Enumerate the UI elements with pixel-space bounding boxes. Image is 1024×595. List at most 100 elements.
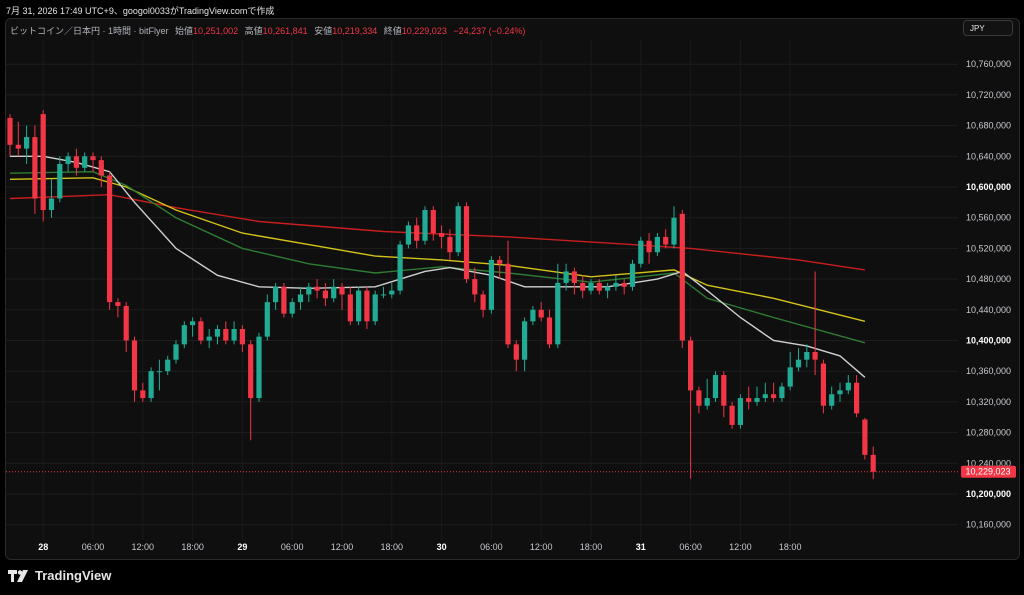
candle-body bbox=[405, 225, 411, 245]
candle-body bbox=[273, 286, 279, 303]
candle-body bbox=[870, 454, 876, 472]
x-tick-label: 30 bbox=[437, 542, 447, 552]
candle-body bbox=[762, 394, 768, 399]
candle-body bbox=[73, 156, 79, 168]
candle-body bbox=[555, 282, 561, 345]
y-tick-label: 10,200,000 bbox=[966, 489, 1011, 499]
candle-body bbox=[314, 286, 320, 291]
x-tick-label: 06:00 bbox=[480, 542, 503, 552]
y-tick-label: 10,440,000 bbox=[966, 305, 1011, 315]
candle-body bbox=[414, 225, 420, 241]
candle-body bbox=[40, 114, 46, 211]
candle-body bbox=[812, 352, 818, 360]
x-tick-label: 12:00 bbox=[729, 542, 752, 552]
candle-body bbox=[239, 328, 245, 345]
y-tick-label: 10,280,000 bbox=[966, 428, 1011, 438]
candle-body bbox=[472, 279, 478, 295]
x-tick-label: 12:00 bbox=[331, 542, 354, 552]
candle-body bbox=[546, 317, 553, 345]
candle-body bbox=[688, 340, 694, 391]
candle-body bbox=[439, 233, 445, 237]
y-tick-label: 10,600,000 bbox=[966, 182, 1011, 192]
candle-body bbox=[107, 175, 113, 303]
y-tick-label: 10,560,000 bbox=[966, 213, 1011, 223]
x-tick-label: 18:00 bbox=[580, 542, 603, 552]
candle-body bbox=[339, 286, 345, 295]
candle-body bbox=[24, 137, 30, 149]
candle-body bbox=[48, 198, 55, 211]
candle-body bbox=[422, 210, 428, 241]
y-tick-label: 10,640,000 bbox=[966, 151, 1011, 161]
candle-body bbox=[322, 290, 328, 299]
candle-body bbox=[297, 294, 304, 303]
candle-body bbox=[131, 340, 138, 391]
candle-body bbox=[156, 371, 162, 373]
candle-body bbox=[463, 206, 470, 280]
candle-body bbox=[356, 290, 362, 322]
candle-body bbox=[57, 163, 63, 199]
candle-body bbox=[397, 244, 403, 291]
candle-body bbox=[754, 398, 760, 402]
x-tick-label: 31 bbox=[636, 542, 646, 552]
candle-body bbox=[605, 286, 611, 291]
x-tick-label: 29 bbox=[237, 542, 247, 552]
candle-body bbox=[488, 259, 494, 310]
x-tick-label: 18:00 bbox=[779, 542, 802, 552]
x-tick-label: 06:00 bbox=[82, 542, 105, 552]
candle-body bbox=[306, 286, 312, 295]
x-tick-label: 06:00 bbox=[281, 542, 304, 552]
candle-body bbox=[98, 160, 104, 176]
candle-body bbox=[505, 263, 511, 345]
candle-body bbox=[571, 271, 577, 283]
candle-body bbox=[795, 359, 802, 368]
x-tick-label: 18:00 bbox=[181, 542, 204, 552]
candle-body bbox=[771, 394, 777, 399]
candle-body bbox=[729, 405, 735, 425]
candle-body bbox=[638, 240, 644, 264]
candle-body bbox=[704, 398, 710, 406]
candle-body bbox=[289, 302, 295, 314]
candle-body bbox=[248, 344, 254, 399]
x-tick-label: 12:00 bbox=[132, 542, 155, 552]
y-tick-label: 10,400,000 bbox=[966, 336, 1011, 346]
candle-body bbox=[65, 156, 71, 164]
candle-body bbox=[746, 398, 752, 402]
x-tick-label: 18:00 bbox=[381, 542, 404, 552]
candle-body bbox=[214, 328, 221, 337]
candle-body bbox=[115, 302, 121, 306]
candle-body bbox=[281, 286, 287, 314]
candle-body bbox=[712, 375, 719, 399]
candle-body bbox=[845, 382, 851, 391]
candle-body bbox=[497, 259, 503, 264]
y-tick-label: 10,680,000 bbox=[966, 121, 1011, 131]
candle-body bbox=[123, 305, 129, 341]
candle-body bbox=[181, 325, 187, 345]
candle-body bbox=[563, 271, 569, 283]
y-tick-label: 10,320,000 bbox=[966, 397, 1011, 407]
candle-body bbox=[148, 371, 154, 399]
candle-body bbox=[613, 282, 619, 287]
candle-body bbox=[480, 294, 486, 310]
y-tick-label: 10,160,000 bbox=[966, 520, 1011, 530]
candle-body bbox=[530, 309, 536, 322]
candle-body bbox=[206, 336, 212, 341]
y-tick-label: 10,360,000 bbox=[966, 366, 1011, 376]
x-tick-label: 28 bbox=[38, 542, 48, 552]
candle-body bbox=[654, 236, 660, 253]
candle-body bbox=[380, 294, 387, 296]
tradingview-brand[interactable]: TradingView bbox=[8, 568, 111, 583]
candle-body bbox=[447, 236, 453, 253]
candle-body bbox=[588, 282, 594, 291]
tradingview-logo-icon bbox=[8, 569, 28, 582]
candle-body bbox=[696, 390, 702, 406]
candle-body bbox=[190, 321, 196, 326]
candle-body bbox=[779, 386, 785, 399]
candle-body bbox=[513, 344, 519, 360]
moving-average-line bbox=[9, 177, 866, 322]
candle-body bbox=[671, 217, 677, 245]
candle-body bbox=[596, 282, 602, 291]
candle-body bbox=[522, 321, 528, 360]
candlestick-chart[interactable]: 10,760,000 10,720,000 10,680,000 10,640,000… bbox=[0, 0, 1024, 595]
candle-body bbox=[256, 336, 262, 399]
candle-body bbox=[165, 359, 171, 372]
